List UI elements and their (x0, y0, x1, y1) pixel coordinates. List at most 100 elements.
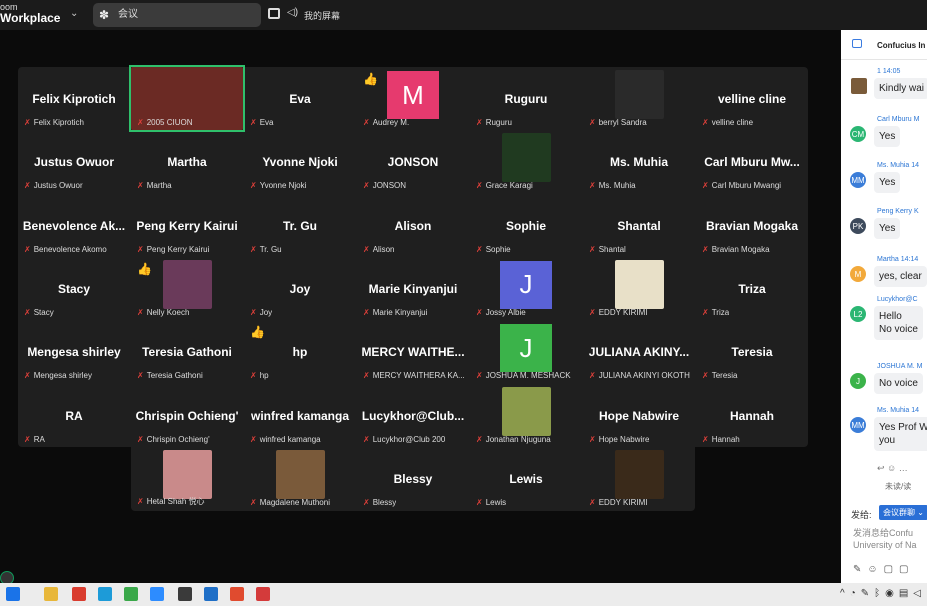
participant-tile[interactable]: JONSON ✗ JONSON (357, 130, 469, 193)
participant-label-text: Ruguru (485, 118, 512, 127)
speaker-icon[interactable]: ◁) (287, 7, 298, 18)
participant-tile[interactable]: Lewis ✗ Lewis (470, 447, 582, 510)
participant-tile[interactable]: Martha ✗ Martha (131, 130, 243, 193)
system-tray[interactable]: ^◔✎ᛒ◉▤◁ (840, 588, 926, 599)
participant-tile[interactable]: Carl Mburu Mw... ✗ Carl Mburu Mwangi (696, 130, 808, 193)
participant-label: ✗ EDDY KIRIMI (589, 498, 647, 507)
zoom-icon[interactable] (150, 587, 164, 601)
muted-mic-icon: ✗ (363, 307, 370, 317)
wps-icon[interactable] (256, 587, 270, 601)
share-screen-label[interactable]: 我的屏幕 (304, 9, 340, 22)
participant-label-text: Shantal (598, 244, 626, 254)
participant-tile[interactable]: Benevolence Ak... ✗ Benevolence Akomo (18, 194, 130, 257)
participant-tile[interactable]: Shantal ✗ Shantal (583, 194, 695, 257)
chrome-icon[interactable] (124, 587, 138, 601)
participant-tile[interactable]: MERCY WAITHE... ✗ MERCY WAITHERA KA... (357, 320, 469, 383)
chat-avatar: J (850, 373, 866, 389)
participant-tile[interactable]: J ✗ JOSHUA M. MESHACK (470, 320, 582, 383)
participant-name: Lewis (509, 472, 543, 486)
muted-mic-icon: ✗ (137, 244, 144, 254)
participant-tile[interactable]: ✗ 2005 CIUON (129, 65, 245, 132)
participant-tile[interactable]: Teresia Gathoni ✗ Teresia Gathoni (131, 320, 243, 383)
send-to-dropdown[interactable]: 会议群聊 ⌄ (879, 505, 927, 520)
participant-tile[interactable]: Triza ✗ Triza (696, 257, 808, 320)
chat-bubble: Yes (874, 218, 901, 239)
participant-tile[interactable]: Sophie ✗ Sophie (470, 194, 582, 257)
participant-tile[interactable]: 👍 ✗ Nelly Koech (131, 257, 243, 320)
participant-tile[interactable]: Lucykhor@Club... ✗ Lucykhor@Club 200 (357, 384, 469, 447)
participant-label: ✗ Teresia (702, 371, 738, 380)
app-icon-red[interactable] (72, 587, 86, 601)
participant-tile[interactable]: Stacy ✗ Stacy (18, 257, 130, 320)
screen-share-icon[interactable] (268, 8, 280, 19)
muted-mic-icon: ✗ (137, 434, 144, 444)
participant-name: Hannah (729, 408, 774, 423)
participant-tile[interactable]: 👍 hp ✗ hp (244, 320, 356, 383)
participant-tile[interactable]: ✗ berryl Sandra (583, 67, 695, 130)
participant-tile[interactable]: JULIANA AKINY... ✗ JULIANA AKINYI OKOTH (583, 320, 695, 383)
muted-mic-icon: ✗ (137, 181, 144, 191)
participant-tile[interactable]: Joy ✗ Joy (244, 257, 356, 320)
participant-label: ✗ Hope Nabwire (589, 435, 649, 444)
participant-label: ✗ Stacy (24, 308, 54, 317)
participant-tile[interactable]: Alison ✗ Alison (357, 194, 469, 257)
participant-tile[interactable]: Hannah ✗ Hannah (696, 384, 808, 447)
participant-tile[interactable]: ✗ EDDY KIRIMI (583, 257, 695, 320)
participant-tile[interactable]: RA ✗ RA (18, 384, 130, 447)
chat-input[interactable]: 发消息给Confu University of Na (853, 527, 925, 557)
participant-tile[interactable]: Bravian Mogaka ✗ Bravian Mogaka (696, 194, 808, 257)
participant-tile[interactable]: Peng Kerry Kairui ✗ Peng Kerry Kairui (131, 194, 243, 257)
store-icon[interactable] (178, 587, 192, 601)
participant-tile[interactable]: Justus Owuor ✗ Justus Owuor (18, 130, 130, 193)
participant-tile[interactable]: ✗ Hetal Shah 悦心 (131, 447, 243, 510)
chevron-down-icon[interactable]: ⌄ (70, 8, 78, 19)
file-explorer-icon[interactable] (44, 587, 58, 601)
participant-label-text: Tr. Gu (259, 244, 282, 254)
participant-tile[interactable]: Marie Kinyanjui ✗ Marie Kinyanjui (357, 257, 469, 320)
participant-name: Teresia (731, 345, 773, 360)
participant-tile[interactable]: Eva ✗ Eva (244, 67, 356, 130)
meeting-tab[interactable]: ✽ 会议 (93, 3, 261, 27)
participant-tile[interactable]: Tr. Gu ✗ Tr. Gu (244, 194, 356, 257)
participant-label-text: Peng Kerry Kairui (146, 244, 210, 254)
message-actions[interactable]: ↩ ☺ … (877, 463, 908, 474)
participant-name: winfred kamanga (250, 408, 350, 423)
app-icon-orange[interactable] (230, 587, 244, 601)
participant-tile[interactable]: Chrispin Ochieng' ✗ Chrispin Ochieng' (131, 384, 243, 447)
chat-toolbar[interactable]: ✎☺▢▢ (853, 564, 915, 575)
muted-mic-icon: ✗ (250, 181, 257, 191)
participant-tile[interactable]: ✗ EDDY KIRIMI (583, 447, 695, 510)
chat-avatar: MM (850, 172, 866, 188)
participant-tile[interactable]: Ruguru ✗ Ruguru (470, 67, 582, 130)
participant-tile[interactable]: Felix Kiprotich ✗ Felix Kiprotich (18, 67, 130, 130)
participant-tile[interactable]: Yvonne Njoki ✗ Yvonne Njoki (244, 130, 356, 193)
participant-tile[interactable]: ✗ Jonathan Njuguna (470, 384, 582, 447)
participant-tile[interactable]: Ms. Muhia ✗ Ms. Muhia (583, 130, 695, 193)
muted-mic-icon: ✗ (589, 434, 596, 444)
participant-label-text: Stacy (33, 307, 54, 317)
participant-tile[interactable]: J ✗ Jossy Albie (470, 257, 582, 320)
participant-tile[interactable]: Teresia ✗ Teresia (696, 320, 808, 383)
participant-name: Martha (167, 155, 207, 170)
muted-mic-icon: ✗ (363, 181, 370, 191)
participant-label-text: Hope Nabwire (598, 434, 650, 444)
participant-name: hp (292, 345, 308, 360)
participant-tile[interactable]: Hope Nabwire ✗ Hope Nabwire (583, 384, 695, 447)
windows-start-icon[interactable] (6, 587, 20, 601)
participant-tile[interactable]: winfred kamanga ✗ winfred kamanga (244, 384, 356, 447)
participant-tile[interactable]: velline cline ✗ velline cline (696, 67, 808, 130)
participant-label: ✗ Carl Mburu Mwangi (702, 181, 781, 190)
participant-label: ✗ Joy (250, 308, 272, 317)
participant-tile[interactable]: Mengesa shirley ✗ Mengesa shirley (18, 320, 130, 383)
app-icon-blue[interactable] (204, 587, 218, 601)
participant-tile[interactable]: ✗ Magdalene Muthoni (244, 447, 356, 510)
participant-label: ✗ EDDY KIRIMI (589, 308, 647, 317)
participant-tile[interactable]: Blessy ✗ Blessy (357, 447, 469, 510)
participant-name: Mengesa shirley (27, 345, 121, 360)
participant-tile[interactable]: 👍 M ✗ Audrey M. (357, 67, 469, 130)
participant-tile[interactable]: ✗ Grace Karagi (470, 130, 582, 193)
chat-sender-meta: JOSHUA M. M (877, 363, 923, 370)
muted-mic-icon: ✗ (702, 244, 709, 254)
participant-avatar: M (387, 71, 439, 119)
edge-icon[interactable] (98, 587, 112, 601)
